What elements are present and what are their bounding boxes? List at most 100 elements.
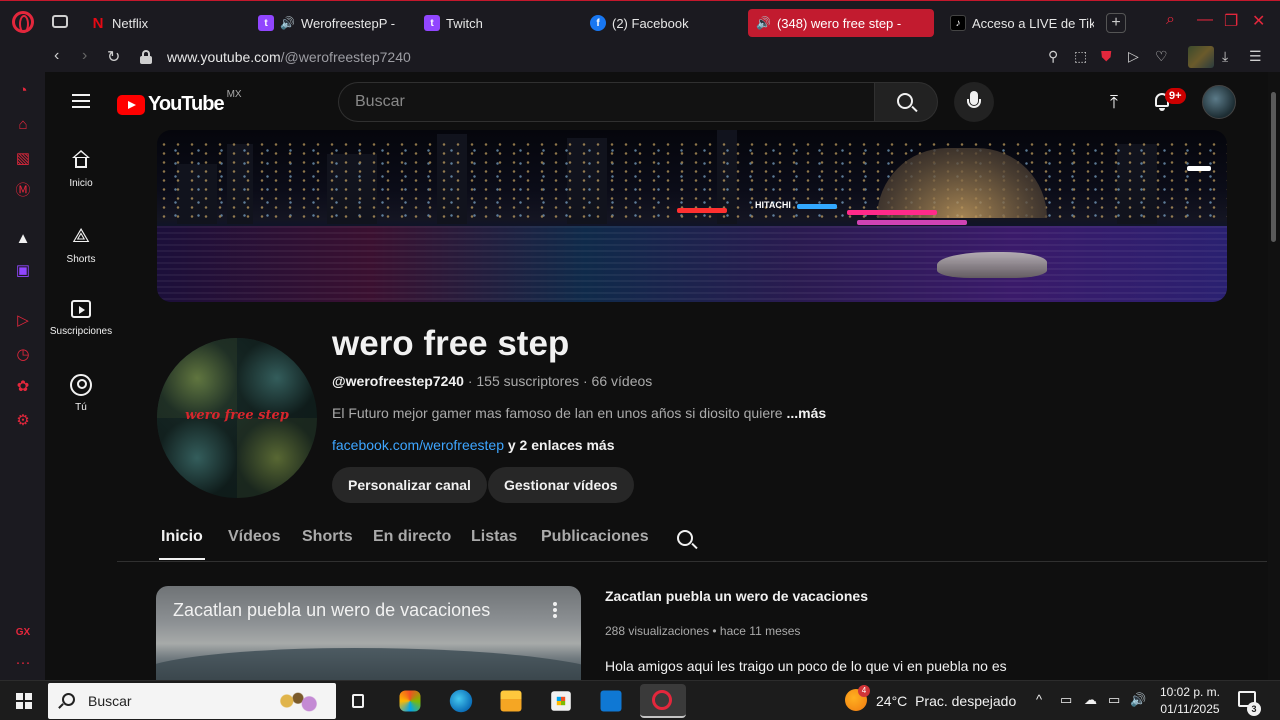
youtube-logo[interactable]: YouTube MX (117, 89, 242, 116)
new-tab-button[interactable]: + (1106, 13, 1126, 33)
tab-shorts[interactable]: Shorts (302, 528, 353, 546)
back-icon[interactable]: ‹ (54, 47, 59, 65)
featured-video-stats: 288 visualizaciones • hace 11 meses (605, 624, 801, 638)
store-icon[interactable] (551, 691, 571, 711)
channel-links[interactable]: facebook.com/werofreestep y 2 enlaces má… (332, 437, 615, 453)
create-upload-icon[interactable]: ⤒ (1104, 92, 1124, 112)
channel-description[interactable]: El Futuro mejor gamer mas famoso de lan … (332, 405, 826, 421)
notification-badge: 9+ (1165, 88, 1186, 104)
snapshot-icon[interactable]: ⬚ (1074, 48, 1087, 65)
copilot-icon[interactable] (399, 690, 421, 712)
tab-inicio[interactable]: Inicio (161, 528, 203, 546)
subscriptions-icon (71, 300, 91, 318)
tab-videos[interactable]: Vídeos (228, 528, 280, 546)
easy-setup-icon[interactable]: ☰ (1249, 48, 1262, 65)
netflix-icon: N (92, 14, 104, 32)
heart-icon[interactable]: ♡ (1155, 48, 1168, 65)
weather-icon[interactable]: 4 (845, 685, 870, 711)
twitch-sidebar-icon[interactable]: ▣ (14, 262, 32, 280)
file-explorer-icon[interactable] (500, 690, 522, 712)
windows-taskbar: Buscar 4 24°C Prac. despejado ^ ▭ ☁ ▭ 🔊 … (0, 680, 1280, 720)
task-view-icon[interactable] (346, 687, 374, 715)
meet-now-icon[interactable]: ▭ (1060, 692, 1072, 708)
nav-item-subscriptions[interactable]: Suscripciones (45, 300, 117, 337)
minimize-icon[interactable]: — (1197, 11, 1213, 29)
more-links[interactable]: y 2 enlaces más (504, 437, 615, 453)
edge-icon[interactable] (449, 689, 473, 713)
vpn-shield-icon[interactable]: ⛊ (1101, 48, 1112, 65)
tab-listas[interactable]: Listas (471, 528, 517, 546)
download-icon[interactable]: ⤓ (1222, 48, 1228, 65)
channel-banner: HITACHI (157, 130, 1227, 302)
nav-item-you[interactable]: Tú (45, 374, 117, 413)
manage-videos-button[interactable]: Gestionar vídeos (488, 467, 634, 503)
search-highlight-image (270, 687, 326, 715)
customize-channel-button[interactable]: Personalizar canal (332, 467, 487, 503)
lock-icon[interactable] (140, 50, 152, 64)
account-avatar[interactable] (1202, 85, 1236, 119)
forward-icon[interactable]: › (82, 47, 87, 65)
scrollbar-thumb[interactable] (1271, 92, 1276, 242)
nav-item-shorts[interactable]: ⟁ Shorts (45, 224, 117, 265)
tab-youtube[interactable]: ▶ 🔊 (348) wero free step - (748, 9, 934, 37)
weather-widget[interactable]: 24°C Prac. despejado (876, 693, 1016, 709)
gx-corner-icon[interactable]: ⌂ (14, 116, 32, 134)
tab-twitch[interactable]: t Twitch (416, 9, 576, 37)
tab-en-directo[interactable]: En directo (373, 528, 451, 546)
system-clock[interactable]: 10:02 p. m. 01/11/2025 (1155, 684, 1225, 718)
reload-icon[interactable]: ↻ (107, 47, 120, 67)
windows-start-icon[interactable] (16, 693, 32, 709)
taskbar-search[interactable]: Buscar (48, 683, 336, 719)
facebook-link[interactable]: facebook.com/werofreestep (332, 437, 504, 453)
featured-video-title[interactable]: Zacatlan puebla un wero de vacaciones (605, 588, 868, 604)
nav-item-home[interactable]: Inicio (45, 150, 117, 189)
close-icon[interactable]: ✕ (1252, 11, 1265, 31)
show-hidden-icons-icon[interactable]: ^ (1036, 692, 1042, 707)
channel-search-icon[interactable] (677, 530, 693, 546)
tab-publicaciones[interactable]: Publicaciones (541, 528, 649, 546)
shorts-icon: ⟁ (72, 225, 90, 247)
aria-icon[interactable]: ▲ (14, 230, 32, 248)
extension-avatar[interactable] (1188, 46, 1214, 68)
search-button[interactable] (874, 82, 938, 122)
speaker-icon[interactable]: 🔊 (280, 16, 295, 30)
menu-icon[interactable] (72, 94, 90, 108)
volume-icon[interactable]: 🔊 (1130, 692, 1146, 708)
workspaces-icon[interactable] (52, 15, 68, 28)
opera-logo-icon[interactable] (12, 11, 34, 33)
address-bar: ‹ › ↻ www.youtube.com/@werofreestep7240 … (0, 44, 1280, 72)
pin-icon[interactable]: ⚲ (1048, 48, 1058, 65)
tab-twitch-stream[interactable]: t 🔊 WerofreestepP - (250, 9, 410, 37)
history-icon[interactable]: ◷ (14, 346, 32, 364)
search-input[interactable] (338, 82, 875, 122)
tab-netflix[interactable]: N Netflix (82, 9, 232, 37)
home-icon (71, 150, 91, 170)
extensions-icon[interactable]: ✿ (14, 378, 32, 396)
tab-facebook[interactable]: f (2) Facebook (582, 9, 742, 37)
channel-name: wero free step (332, 324, 570, 363)
channel-avatar[interactable]: wero free step (157, 338, 317, 498)
facebook-icon: f (590, 15, 606, 31)
play-icon[interactable]: ▷ (1128, 48, 1139, 65)
video-options-icon[interactable] (553, 602, 557, 618)
featured-video-thumbnail[interactable]: Zacatlan puebla un wero de vacaciones (156, 586, 581, 680)
onedrive-icon[interactable]: ☁ (1084, 692, 1097, 708)
twitch-icon: t (424, 15, 440, 31)
messenger-icon[interactable]: Ⓜ (14, 182, 32, 200)
search-tabs-icon[interactable]: ⌕ (1166, 11, 1175, 29)
speaker-icon[interactable]: 🔊 (756, 16, 771, 30)
player-icon[interactable]: ▷ (14, 312, 32, 330)
settings-icon[interactable]: ⚙ (14, 412, 32, 430)
maximize-icon[interactable]: ❐ (1224, 11, 1238, 31)
voice-search-button[interactable] (954, 82, 994, 122)
tab-tiktok[interactable]: ♪ Acceso a LIVE de Tik (942, 9, 1094, 37)
gx-cleaner-icon[interactable]: ▧ (14, 150, 32, 168)
youtube-page: YouTube MX ⤒ 9+ Inicio ⟁ Shorts Suscripc… (45, 72, 1268, 680)
url-field[interactable]: www.youtube.com/@werofreestep7240 (167, 49, 411, 65)
opera-gx-taskbar-icon[interactable] (640, 684, 686, 718)
outlook-icon[interactable] (600, 690, 622, 712)
gx-control-icon[interactable]: ◔ (14, 82, 32, 100)
youtube-play-icon (117, 94, 145, 115)
network-icon[interactable]: ▭ (1108, 692, 1120, 708)
more-options-icon[interactable]: ··· (14, 654, 32, 672)
